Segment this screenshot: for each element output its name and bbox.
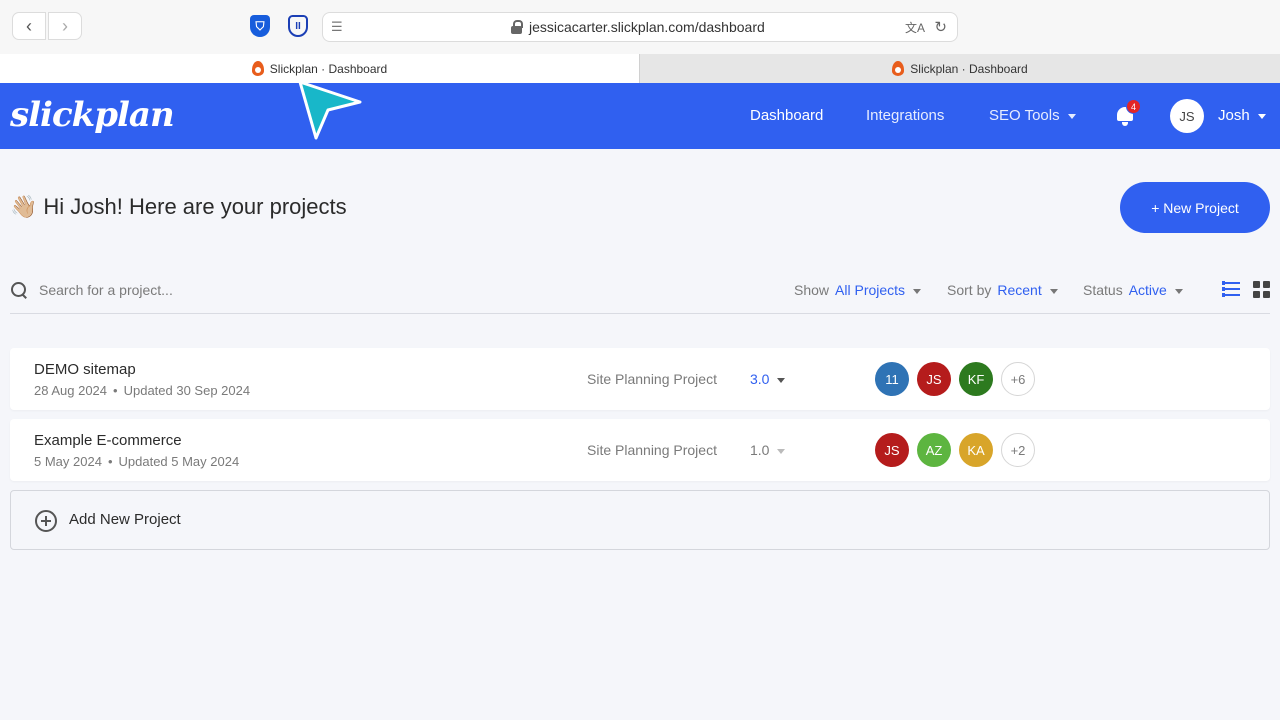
project-row[interactable]: DEMO sitemap 28 Aug 2024 • Updated 30 Sep … (10, 348, 1270, 410)
slickplan-logo[interactable]: slickplan (10, 95, 175, 135)
new-project-button[interactable]: + New Project (1120, 182, 1270, 233)
forward-button[interactable]: › (48, 12, 82, 40)
grid-view-icon[interactable] (1253, 281, 1270, 298)
reader-mode-icon[interactable]: ☰ (331, 19, 345, 35)
project-created: 28 Aug 2024 (34, 383, 108, 398)
notification-count-badge: 4 (1126, 99, 1141, 114)
project-updated: Updated 30 Sep 2024 (123, 383, 251, 398)
translate-icon[interactable]: 文A (905, 19, 925, 36)
project-name[interactable]: DEMO sitemap (34, 361, 136, 378)
tab-title: Slickplan · Dashboard (269, 61, 388, 76)
chevron-down-icon (1049, 288, 1058, 294)
show-filter[interactable]: Show All Projects (794, 282, 922, 298)
project-dates: 28 Aug 2024 • Updated 30 Sep 2024 (34, 383, 251, 398)
mouse-pointer-icon (298, 80, 362, 140)
member-avatar[interactable]: 11 (875, 362, 909, 396)
version-dropdown[interactable]: 3.0 (750, 371, 786, 387)
notifications-bell-icon[interactable]: 4 (1114, 99, 1141, 127)
version-dropdown[interactable]: 1.0 (750, 442, 786, 458)
project-updated: Updated 5 May 2024 (118, 454, 240, 469)
add-new-project-label: Add New Project (69, 511, 181, 528)
address-bar[interactable]: ☰ jessicacarter.slickplan.com/dashboard … (322, 12, 958, 42)
more-members-badge[interactable]: +2 (1001, 433, 1035, 467)
chevron-down-icon (1257, 113, 1266, 119)
show-filter-label: Show (794, 282, 830, 298)
project-type: Site Planning Project (587, 442, 717, 458)
tab-title: Slickplan · Dashboard (910, 61, 1028, 76)
list-view-icon[interactable] (1222, 281, 1240, 297)
chevron-left-icon: ‹ (26, 15, 32, 36)
member-avatar[interactable]: KA (959, 433, 993, 467)
member-avatar[interactable]: JS (875, 433, 909, 467)
nav-seo-tools[interactable]: SEO Tools (989, 107, 1076, 124)
waving-hand-icon: 👋🏼 (10, 194, 38, 219)
nav-dashboard[interactable]: Dashboard (750, 107, 823, 124)
sort-filter-value: Recent (997, 282, 1042, 298)
add-new-project-button[interactable]: Add New Project (10, 490, 1270, 550)
chevron-down-icon (1067, 113, 1076, 119)
project-created: 5 May 2024 (34, 454, 102, 469)
chevron-down-icon (1174, 288, 1183, 294)
browser-tab-active[interactable]: Slickplan · Dashboard (0, 54, 639, 83)
plus-circle-icon (35, 510, 57, 532)
app-header: slickplan Dashboard Integrations SEO Too… (0, 83, 1280, 149)
project-row[interactable]: Example E-commerce 5 May 2024 • Updated 5 … (10, 419, 1270, 481)
page-title: 👋🏼 Hi Josh! Here are your projects (10, 194, 347, 220)
user-menu[interactable]: Josh (1218, 107, 1266, 124)
show-filter-value: All Projects (835, 282, 906, 298)
proton-shield-icon: II (288, 15, 308, 37)
slickplan-favicon-icon (251, 61, 264, 76)
search-input[interactable] (39, 282, 379, 298)
chevron-down-icon (777, 377, 786, 383)
sort-filter[interactable]: Sort by Recent (947, 282, 1058, 298)
project-dates: 5 May 2024 • Updated 5 May 2024 (34, 454, 240, 469)
nav-integrations[interactable]: Integrations (866, 107, 944, 124)
status-filter-value: Active (1128, 282, 1167, 298)
chevron-down-icon (913, 288, 922, 294)
nav-seo-tools-label: SEO Tools (989, 107, 1060, 124)
project-type: Site Planning Project (587, 371, 717, 387)
proton-pass-extension-button[interactable]: II (285, 13, 311, 39)
version-value: 3.0 (750, 371, 770, 387)
version-value: 1.0 (750, 442, 770, 458)
member-avatar[interactable]: AZ (917, 433, 951, 467)
bitwarden-extension-button[interactable]: ⛉ (247, 13, 273, 39)
browser-toolbar: ‹ › ⛉ II ☰ jessicacarter.slickplan.com/d… (0, 0, 1280, 54)
lock-icon (511, 20, 523, 34)
divider (10, 313, 1270, 314)
user-avatar[interactable]: JS (1170, 99, 1204, 133)
status-filter-label: Status (1083, 282, 1123, 298)
greeting-text: Hi Josh! Here are your projects (43, 194, 347, 219)
sort-filter-label: Sort by (947, 282, 992, 298)
project-name[interactable]: Example E-commerce (34, 432, 182, 449)
slickplan-favicon-icon (892, 61, 905, 76)
member-avatar[interactable]: KF (959, 362, 993, 396)
user-name: Josh (1218, 107, 1250, 124)
bitwarden-shield-icon: ⛉ (250, 15, 270, 37)
back-button[interactable]: ‹ (12, 12, 46, 40)
chevron-right-icon: › (62, 15, 68, 36)
status-filter[interactable]: Status Active (1083, 282, 1183, 298)
browser-tab-inactive[interactable]: Slickplan · Dashboard (639, 54, 1280, 83)
chevron-down-icon (777, 448, 786, 454)
reload-icon[interactable]: ↻ (934, 18, 947, 36)
url-text: jessicacarter.slickplan.com/dashboard (529, 19, 765, 35)
member-avatar[interactable]: JS (917, 362, 951, 396)
search-icon (10, 281, 28, 299)
more-members-badge[interactable]: +6 (1001, 362, 1035, 396)
project-search (10, 279, 410, 301)
